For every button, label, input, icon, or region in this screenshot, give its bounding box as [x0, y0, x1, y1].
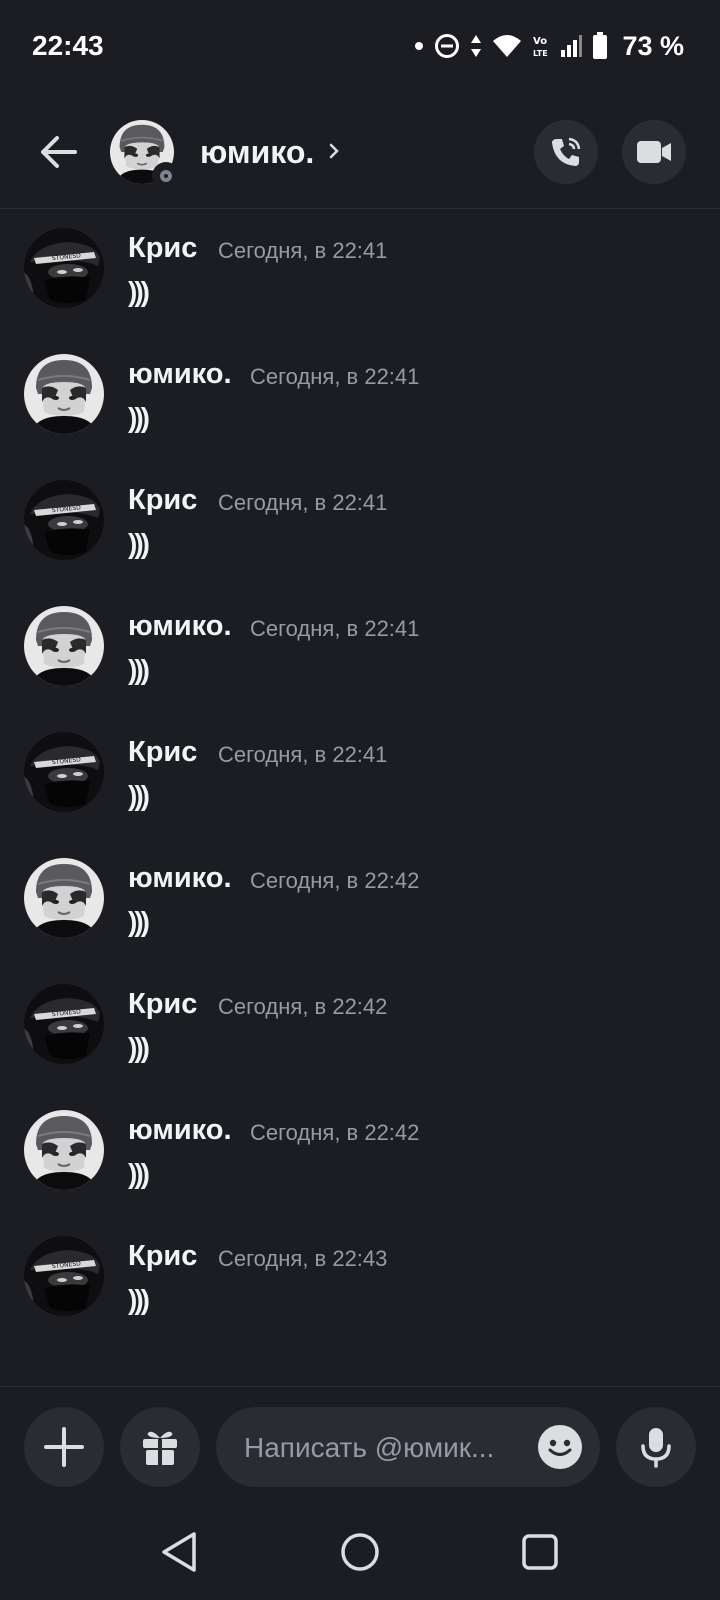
author-avatar[interactable] [24, 480, 104, 560]
nav-recent-apps-button[interactable] [516, 1528, 564, 1576]
notification-dot-icon [415, 42, 424, 50]
message-input-container[interactable] [216, 1407, 600, 1489]
video-call-button[interactable] [622, 120, 686, 184]
message-item[interactable]: Крис Сегодня, в 22:43 ))) [0, 1220, 720, 1340]
message-author[interactable]: Крис [128, 232, 197, 265]
message-item[interactable]: Крис Сегодня, в 22:41 ))) [0, 212, 720, 332]
message-item[interactable]: юмико. Сегодня, в 22:41 ))) [0, 338, 720, 458]
message-timestamp: Сегодня, в 22:42 [218, 994, 388, 1019]
message-text: ))) [128, 1158, 150, 1189]
author-avatar[interactable] [24, 606, 104, 686]
avatar-image [24, 480, 104, 560]
smiley-face-icon [548, 1439, 572, 1456]
plus-icon [44, 1427, 84, 1467]
avatar-image [24, 858, 104, 938]
message-text: ))) [128, 654, 150, 685]
phone-icon [552, 137, 581, 166]
triangle-back-icon [162, 1532, 196, 1572]
emoji-button[interactable] [538, 1425, 582, 1469]
voice-call-button[interactable] [534, 120, 598, 184]
square-recents-icon [522, 1534, 558, 1570]
circle-home-icon [341, 1533, 379, 1571]
avatar-image [24, 732, 104, 812]
status-bar: 22:43 Vo LTE 73 % [0, 0, 720, 96]
nav-back-button[interactable] [156, 1528, 204, 1576]
message-author[interactable]: Крис [128, 484, 197, 517]
avatar-image [24, 1236, 104, 1316]
message-item[interactable]: Крис Сегодня, в 22:41 ))) [0, 464, 720, 584]
message-item[interactable]: Крис Сегодня, в 22:41 ))) [0, 716, 720, 836]
microphone-icon [641, 1428, 671, 1468]
avatar-image [24, 1110, 104, 1190]
avatar-image [24, 354, 104, 434]
message-author[interactable]: Крис [128, 736, 197, 769]
gift-button[interactable] [120, 1407, 200, 1487]
message-text: ))) [128, 528, 150, 559]
message-text: ))) [128, 402, 150, 433]
message-author[interactable]: юмико. [128, 1114, 232, 1147]
author-avatar[interactable] [24, 858, 104, 938]
message-text: ))) [128, 906, 150, 937]
message-timestamp: Сегодня, в 22:42 [250, 868, 420, 893]
message-timestamp: Сегодня, в 22:41 [218, 490, 388, 515]
video-camera-icon [637, 141, 671, 163]
author-avatar[interactable] [24, 354, 104, 434]
message-item[interactable]: юмико. Сегодня, в 22:42 ))) [0, 842, 720, 962]
message-timestamp: Сегодня, в 22:42 [250, 1120, 420, 1145]
author-avatar[interactable] [24, 1110, 104, 1190]
author-avatar[interactable] [24, 984, 104, 1064]
message-timestamp: Сегодня, в 22:41 [250, 616, 420, 641]
nav-home-button[interactable] [336, 1528, 384, 1576]
add-attachment-button[interactable] [24, 1407, 104, 1487]
voice-message-button[interactable] [616, 1407, 696, 1487]
signal-icon [561, 35, 583, 57]
data-arrows-icon [471, 35, 482, 57]
avatar-image [24, 228, 104, 308]
system-navigation-bar [0, 1502, 720, 1600]
message-timestamp: Сегодня, в 22:41 [250, 364, 420, 389]
message-text: ))) [128, 1032, 150, 1063]
avatar-image [24, 606, 104, 686]
message-composer [0, 1386, 720, 1503]
status-time: 22:43 [32, 30, 104, 61]
author-avatar[interactable] [24, 228, 104, 308]
wifi-icon [493, 35, 522, 57]
message-item[interactable]: юмико. Сегодня, в 22:42 ))) [0, 1094, 720, 1214]
svg-text:LTE: LTE [533, 49, 548, 58]
message-author[interactable]: Крис [128, 988, 197, 1021]
message-timestamp: Сегодня, в 22:43 [218, 1246, 388, 1271]
message-text: ))) [128, 1284, 150, 1315]
offline-status-indicator [152, 162, 180, 190]
message-item[interactable]: Крис Сегодня, в 22:42 ))) [0, 968, 720, 1088]
chevron-right-icon [329, 143, 339, 159]
back-button[interactable] [28, 122, 88, 182]
status-icons: Vo LTE 73 % [414, 28, 684, 64]
volte-icon: Vo LTE [533, 36, 548, 58]
message-author[interactable]: юмико. [128, 610, 232, 643]
message-text: ))) [128, 780, 150, 811]
message-item[interactable]: юмико. Сегодня, в 22:41 ))) [0, 590, 720, 710]
do-not-disturb-icon [435, 34, 460, 58]
message-input[interactable] [242, 1407, 516, 1489]
message-author[interactable]: Крис [128, 1240, 197, 1273]
message-author[interactable]: юмико. [128, 358, 232, 391]
header-username[interactable]: юмико. [200, 134, 314, 171]
message-text: ))) [128, 276, 150, 307]
svg-text:Vo: Vo [533, 36, 547, 47]
chat-header: юмико. [0, 104, 720, 209]
arrow-left-icon [41, 136, 77, 168]
header-avatar[interactable] [110, 120, 180, 190]
battery-icon [593, 32, 608, 59]
gift-icon [143, 1431, 177, 1465]
message-timestamp: Сегодня, в 22:41 [218, 742, 388, 767]
battery-percent: 73 % [622, 30, 684, 61]
message-author[interactable]: юмико. [128, 862, 232, 895]
author-avatar[interactable] [24, 732, 104, 812]
message-timestamp: Сегодня, в 22:41 [218, 238, 388, 263]
avatar-image [24, 984, 104, 1064]
author-avatar[interactable] [24, 1236, 104, 1316]
